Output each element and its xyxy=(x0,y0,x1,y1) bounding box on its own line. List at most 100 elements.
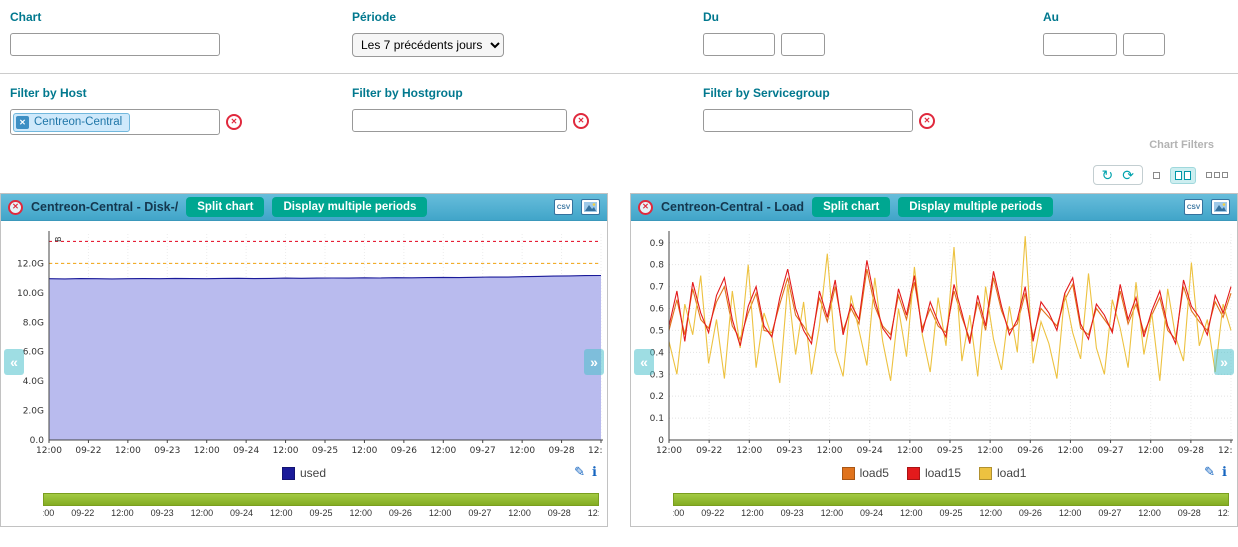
status-axis-label: 12:00 xyxy=(270,508,293,518)
au-label: Au xyxy=(1043,10,1226,24)
edit-chart-icon[interactable]: ✎ xyxy=(574,464,585,480)
du-date-input[interactable] xyxy=(703,33,775,56)
au-time-input[interactable] xyxy=(1123,33,1165,56)
layout-single-column-icon[interactable] xyxy=(1153,172,1160,179)
status-axis-label: 12:00 xyxy=(900,508,923,518)
export-csv-icon[interactable]: CSV xyxy=(1184,199,1203,215)
multiple-periods-button[interactable]: Display multiple periods xyxy=(272,197,427,217)
clear-host-filter-icon[interactable]: ✕ xyxy=(226,114,242,130)
svg-text:09-23: 09-23 xyxy=(776,446,802,456)
host-tag-label: Centreon-Central xyxy=(34,116,122,128)
chart-area: 0.02.0G4.0G6.0G8.0G10.0G12.0G12:0009-221… xyxy=(1,221,607,459)
legend-item[interactable]: load15 xyxy=(907,466,961,480)
chart-filter-label: Chart xyxy=(10,10,352,24)
chart-area: 00.10.20.30.40.50.60.70.80.912:0009-2212… xyxy=(631,221,1237,459)
servicegroup-filter-input[interactable] xyxy=(703,109,913,132)
host-filter-input[interactable]: ✕ Centreon-Central xyxy=(10,109,220,135)
edit-chart-icon[interactable]: ✎ xyxy=(1204,464,1215,480)
du-time-input[interactable] xyxy=(781,33,825,56)
filter-servicegroup: Filter by Servicegroup ✕ xyxy=(703,86,1043,135)
svg-text:12:00: 12:00 xyxy=(509,446,535,456)
status-axis-label: 12:00 xyxy=(1059,508,1082,518)
remove-tag-icon[interactable]: ✕ xyxy=(16,116,29,129)
status-timeline-axis: 12:0009-2212:0009-2312:0009-2412:0009-25… xyxy=(43,508,599,520)
legend-item[interactable]: used xyxy=(282,466,326,480)
svg-text:09-27: 09-27 xyxy=(470,446,496,456)
svg-text:0.5: 0.5 xyxy=(650,326,664,336)
svg-text:12:00: 12:00 xyxy=(736,446,762,456)
svg-text:12:00: 12:00 xyxy=(977,446,1003,456)
clear-hostgroup-filter-icon[interactable]: ✕ xyxy=(573,113,589,129)
status-axis-label: 12:00 xyxy=(191,508,214,518)
filter-periode: Période Les 7 précédents jours xyxy=(352,10,703,57)
export-csv-icon[interactable]: CSV xyxy=(554,199,573,215)
scroll-left-icon[interactable]: « xyxy=(4,349,24,375)
filter-section-mid: Filter by Host ✕ Centreon-Central ✕ Filt… xyxy=(0,74,1238,151)
legend-item[interactable]: load1 xyxy=(979,466,1026,480)
chart-title: Centreon-Central - Load xyxy=(661,200,804,214)
periode-select[interactable]: Les 7 précédents jours xyxy=(352,33,504,57)
disk-usage-chart[interactable]: 0.02.0G4.0G6.0G8.0G10.0G12.0G12:0009-221… xyxy=(3,226,605,459)
chart-svg: 00.10.20.30.40.50.60.70.80.912:0009-2212… xyxy=(633,226,1233,456)
scroll-right-icon[interactable]: » xyxy=(584,349,604,375)
export-image-icon[interactable] xyxy=(1211,199,1230,215)
clear-servicegroup-filter-icon[interactable]: ✕ xyxy=(919,113,935,129)
status-timeline-bar[interactable] xyxy=(673,493,1229,506)
svg-text:0.8: 0.8 xyxy=(650,261,665,271)
status-axis-label: 09-24 xyxy=(860,508,883,518)
status-axis-label: 09-25 xyxy=(939,508,962,518)
au-date-input[interactable] xyxy=(1043,33,1117,56)
status-axis-label: 12:00 xyxy=(429,508,452,518)
svg-text:09-28: 09-28 xyxy=(1178,446,1204,456)
status-axis-label: 09-23 xyxy=(781,508,804,518)
chart-panel-disk: ✕ Centreon-Central - Disk-/ Split chart … xyxy=(0,193,608,527)
close-chart-icon[interactable]: ✕ xyxy=(8,200,23,215)
chart-filters-caption: Chart Filters xyxy=(10,135,1226,151)
svg-text:09-24: 09-24 xyxy=(233,446,259,456)
svg-text:12:00: 12:00 xyxy=(588,446,603,456)
layout-three-columns-icon[interactable] xyxy=(1206,172,1228,178)
legend-row: used ✎ ℹ xyxy=(1,459,607,487)
chart-info-icon[interactable]: ℹ xyxy=(1222,464,1227,480)
hostgroup-filter-input[interactable] xyxy=(352,109,567,132)
status-axis-label: 09-27 xyxy=(1098,508,1121,518)
chart-legend: load5 load15 load1 xyxy=(842,466,1027,480)
periode-label: Période xyxy=(352,10,703,24)
svg-text:12:00: 12:00 xyxy=(430,446,456,456)
chart-info-icon[interactable]: ℹ xyxy=(592,464,597,480)
status-axis-label: 12:00 xyxy=(1138,508,1161,518)
status-axis-label: 09-28 xyxy=(1178,508,1201,518)
du-label: Du xyxy=(703,10,1043,24)
scroll-right-icon[interactable]: » xyxy=(1214,349,1234,375)
chart-filter-input[interactable] xyxy=(10,33,220,56)
status-axis-label: 12:00 xyxy=(979,508,1002,518)
svg-text:09-26: 09-26 xyxy=(391,446,417,456)
svg-text:0.2: 0.2 xyxy=(650,392,664,402)
svg-text:0.6: 0.6 xyxy=(650,305,665,315)
status-axis-label: 09-24 xyxy=(230,508,253,518)
status-axis-label: 09-27 xyxy=(468,508,491,518)
status-axis-label: 09-23 xyxy=(151,508,174,518)
svg-text:09-24: 09-24 xyxy=(857,446,883,456)
status-axis-label: 09-26 xyxy=(389,508,412,518)
chart-legend: used xyxy=(282,466,326,480)
legend-row: load5 load15 load1 ✎ ℹ xyxy=(631,459,1237,487)
scroll-left-icon[interactable]: « xyxy=(634,349,654,375)
servicegroup-filter-label: Filter by Servicegroup xyxy=(703,86,1043,100)
split-chart-button[interactable]: Split chart xyxy=(186,197,264,217)
svg-text:12:00: 12:00 xyxy=(897,446,923,456)
layout-two-columns-icon[interactable] xyxy=(1170,167,1196,184)
split-chart-button[interactable]: Split chart xyxy=(812,197,890,217)
status-timeline-bar[interactable] xyxy=(43,493,599,506)
legend-item[interactable]: load5 xyxy=(842,466,889,480)
status-axis-label: 09-22 xyxy=(701,508,724,518)
refresh-icon[interactable]: ↻ xyxy=(1102,168,1114,182)
multiple-periods-button[interactable]: Display multiple periods xyxy=(898,197,1053,217)
auto-refresh-icon[interactable]: ⟳ xyxy=(1122,168,1134,182)
svg-text:0: 0 xyxy=(658,436,664,446)
export-image-icon[interactable] xyxy=(581,199,600,215)
chart-title: Centreon-Central - Disk-/ xyxy=(31,200,178,214)
load-chart[interactable]: 00.10.20.30.40.50.60.70.80.912:0009-2212… xyxy=(633,226,1235,459)
close-chart-icon[interactable]: ✕ xyxy=(638,200,653,215)
svg-text:12:00: 12:00 xyxy=(115,446,141,456)
